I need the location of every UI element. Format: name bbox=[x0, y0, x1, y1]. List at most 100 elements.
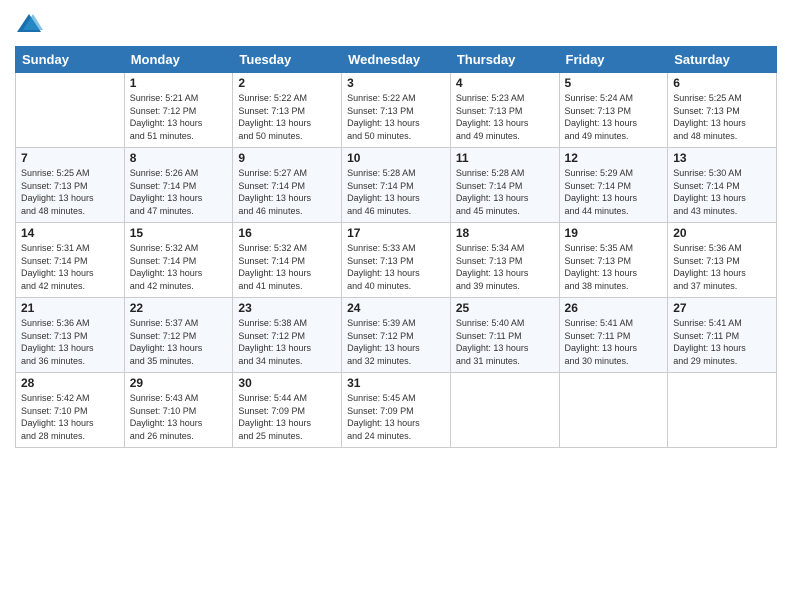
day-number: 29 bbox=[130, 376, 228, 390]
calendar-week-row: 28 Sunrise: 5:42 AM Sunset: 7:10 PM Dayli… bbox=[16, 373, 777, 448]
day-info: Sunrise: 5:34 AM Sunset: 7:13 PM Dayligh… bbox=[456, 242, 554, 292]
day-number: 27 bbox=[673, 301, 771, 315]
day-number: 19 bbox=[565, 226, 663, 240]
calendar-cell: 6Sunrise: 5:25 AM Sunset: 7:13 PM Daylig… bbox=[668, 73, 777, 148]
day-of-week-header: Thursday bbox=[450, 47, 559, 73]
calendar-cell: 10 Sunrise: 5:28 AM Sunset: 7:14 PM Dayli… bbox=[342, 148, 451, 223]
day-info: Sunrise: 5:43 AM Sunset: 7:10 PM Dayligh… bbox=[130, 392, 228, 442]
calendar-cell: 20 Sunrise: 5:36 AM Sunset: 7:13 PM Dayli… bbox=[668, 223, 777, 298]
day-info: Sunrise: 5:26 AM Sunset: 7:14 PM Dayligh… bbox=[130, 167, 228, 217]
calendar-cell bbox=[16, 73, 125, 148]
calendar-cell: 23 Sunrise: 5:38 AM Sunset: 7:12 PM Dayli… bbox=[233, 298, 342, 373]
day-number: 31 bbox=[347, 376, 445, 390]
calendar-cell: 4 Sunrise: 5:23 AM Sunset: 7:13 PM Daylig… bbox=[450, 73, 559, 148]
logo-icon bbox=[15, 10, 43, 38]
day-info: Sunrise: 5:27 AM Sunset: 7:14 PM Dayligh… bbox=[238, 167, 336, 217]
day-number: 23 bbox=[238, 301, 336, 315]
day-info: Sunrise: 5:37 AM Sunset: 7:12 PM Dayligh… bbox=[130, 317, 228, 367]
calendar-cell: 21 Sunrise: 5:36 AM Sunset: 7:13 PM Dayli… bbox=[16, 298, 125, 373]
day-number: 5 bbox=[565, 76, 663, 90]
day-info: Sunrise: 5:29 AM Sunset: 7:14 PM Dayligh… bbox=[565, 167, 663, 217]
calendar-cell: 1Sunrise: 5:21 AM Sunset: 7:12 PM Daylig… bbox=[124, 73, 233, 148]
day-info: Sunrise: 5:32 AM Sunset: 7:14 PM Dayligh… bbox=[238, 242, 336, 292]
calendar-header-row: SundayMondayTuesdayWednesdayThursdayFrid… bbox=[16, 47, 777, 73]
day-number: 15 bbox=[130, 226, 228, 240]
calendar-cell: 26 Sunrise: 5:41 AM Sunset: 7:11 PM Dayli… bbox=[559, 298, 668, 373]
day-number: 28 bbox=[21, 376, 119, 390]
day-info: Sunrise: 5:40 AM Sunset: 7:11 PM Dayligh… bbox=[456, 317, 554, 367]
day-info: Sunrise: 5:44 AM Sunset: 7:09 PM Dayligh… bbox=[238, 392, 336, 442]
day-info: Sunrise: 5:28 AM Sunset: 7:14 PM Dayligh… bbox=[347, 167, 445, 217]
day-number: 18 bbox=[456, 226, 554, 240]
calendar-cell: 27 Sunrise: 5:41 AM Sunset: 7:11 PM Dayli… bbox=[668, 298, 777, 373]
calendar-cell: 17 Sunrise: 5:33 AM Sunset: 7:13 PM Dayli… bbox=[342, 223, 451, 298]
day-info: Sunrise: 5:36 AM Sunset: 7:13 PM Dayligh… bbox=[673, 242, 771, 292]
day-number: 21 bbox=[21, 301, 119, 315]
day-info: Sunrise: 5:38 AM Sunset: 7:12 PM Dayligh… bbox=[238, 317, 336, 367]
calendar-cell bbox=[450, 373, 559, 448]
day-info: Sunrise: 5:45 AM Sunset: 7:09 PM Dayligh… bbox=[347, 392, 445, 442]
day-info: Sunrise: 5:23 AM Sunset: 7:13 PM Dayligh… bbox=[456, 92, 554, 142]
day-info: Sunrise: 5:42 AM Sunset: 7:10 PM Dayligh… bbox=[21, 392, 119, 442]
day-number: 4 bbox=[456, 76, 554, 90]
calendar-week-row: 21 Sunrise: 5:36 AM Sunset: 7:13 PM Dayli… bbox=[16, 298, 777, 373]
calendar-table: SundayMondayTuesdayWednesdayThursdayFrid… bbox=[15, 46, 777, 448]
day-number: 22 bbox=[130, 301, 228, 315]
day-info: Sunrise: 5:24 AM Sunset: 7:13 PM Dayligh… bbox=[565, 92, 663, 142]
day-number: 17 bbox=[347, 226, 445, 240]
day-number: 6 bbox=[673, 76, 771, 90]
calendar-cell: 3Sunrise: 5:22 AM Sunset: 7:13 PM Daylig… bbox=[342, 73, 451, 148]
calendar-cell: 16 Sunrise: 5:32 AM Sunset: 7:14 PM Dayli… bbox=[233, 223, 342, 298]
day-info: Sunrise: 5:41 AM Sunset: 7:11 PM Dayligh… bbox=[565, 317, 663, 367]
day-number: 30 bbox=[238, 376, 336, 390]
calendar-cell: 28 Sunrise: 5:42 AM Sunset: 7:10 PM Dayli… bbox=[16, 373, 125, 448]
calendar-cell: 30 Sunrise: 5:44 AM Sunset: 7:09 PM Dayli… bbox=[233, 373, 342, 448]
calendar-cell: 5 Sunrise: 5:24 AM Sunset: 7:13 PM Daylig… bbox=[559, 73, 668, 148]
calendar-cell: 8 Sunrise: 5:26 AM Sunset: 7:14 PM Daylig… bbox=[124, 148, 233, 223]
day-number: 24 bbox=[347, 301, 445, 315]
day-number: 26 bbox=[565, 301, 663, 315]
calendar-cell: 31 Sunrise: 5:45 AM Sunset: 7:09 PM Dayli… bbox=[342, 373, 451, 448]
calendar-cell: 11 Sunrise: 5:28 AM Sunset: 7:14 PM Dayli… bbox=[450, 148, 559, 223]
calendar-cell: 12 Sunrise: 5:29 AM Sunset: 7:14 PM Dayli… bbox=[559, 148, 668, 223]
day-of-week-header: Monday bbox=[124, 47, 233, 73]
calendar-cell: 13 Sunrise: 5:30 AM Sunset: 7:14 PM Dayli… bbox=[668, 148, 777, 223]
day-of-week-header: Sunday bbox=[16, 47, 125, 73]
day-number: 25 bbox=[456, 301, 554, 315]
calendar-cell: 18 Sunrise: 5:34 AM Sunset: 7:13 PM Dayli… bbox=[450, 223, 559, 298]
day-info: Sunrise: 5:30 AM Sunset: 7:14 PM Dayligh… bbox=[673, 167, 771, 217]
day-number: 8 bbox=[130, 151, 228, 165]
calendar-cell: 25 Sunrise: 5:40 AM Sunset: 7:11 PM Dayli… bbox=[450, 298, 559, 373]
header bbox=[15, 10, 777, 38]
day-number: 2 bbox=[238, 76, 336, 90]
calendar-cell: 2 Sunrise: 5:22 AM Sunset: 7:13 PM Daylig… bbox=[233, 73, 342, 148]
calendar-cell: 19Sunrise: 5:35 AM Sunset: 7:13 PM Dayli… bbox=[559, 223, 668, 298]
day-info: Sunrise: 5:33 AM Sunset: 7:13 PM Dayligh… bbox=[347, 242, 445, 292]
calendar-cell: 7 Sunrise: 5:25 AM Sunset: 7:13 PM Daylig… bbox=[16, 148, 125, 223]
day-info: Sunrise: 5:22 AM Sunset: 7:13 PM Dayligh… bbox=[238, 92, 336, 142]
calendar-cell: 9 Sunrise: 5:27 AM Sunset: 7:14 PM Daylig… bbox=[233, 148, 342, 223]
day-number: 7 bbox=[21, 151, 119, 165]
page: SundayMondayTuesdayWednesdayThursdayFrid… bbox=[0, 0, 792, 612]
calendar-cell bbox=[668, 373, 777, 448]
day-number: 1 bbox=[130, 76, 228, 90]
day-of-week-header: Wednesday bbox=[342, 47, 451, 73]
calendar-cell: 24Sunrise: 5:39 AM Sunset: 7:12 PM Dayli… bbox=[342, 298, 451, 373]
day-number: 16 bbox=[238, 226, 336, 240]
day-info: Sunrise: 5:28 AM Sunset: 7:14 PM Dayligh… bbox=[456, 167, 554, 217]
day-info: Sunrise: 5:36 AM Sunset: 7:13 PM Dayligh… bbox=[21, 317, 119, 367]
day-number: 10 bbox=[347, 151, 445, 165]
calendar-week-row: 1Sunrise: 5:21 AM Sunset: 7:12 PM Daylig… bbox=[16, 73, 777, 148]
day-number: 11 bbox=[456, 151, 554, 165]
day-number: 12 bbox=[565, 151, 663, 165]
day-of-week-header: Friday bbox=[559, 47, 668, 73]
calendar-cell: 22 Sunrise: 5:37 AM Sunset: 7:12 PM Dayli… bbox=[124, 298, 233, 373]
calendar-week-row: 7 Sunrise: 5:25 AM Sunset: 7:13 PM Daylig… bbox=[16, 148, 777, 223]
day-info: Sunrise: 5:41 AM Sunset: 7:11 PM Dayligh… bbox=[673, 317, 771, 367]
calendar-cell bbox=[559, 373, 668, 448]
day-number: 20 bbox=[673, 226, 771, 240]
day-number: 3 bbox=[347, 76, 445, 90]
day-number: 13 bbox=[673, 151, 771, 165]
day-info: Sunrise: 5:25 AM Sunset: 7:13 PM Dayligh… bbox=[21, 167, 119, 217]
day-number: 9 bbox=[238, 151, 336, 165]
